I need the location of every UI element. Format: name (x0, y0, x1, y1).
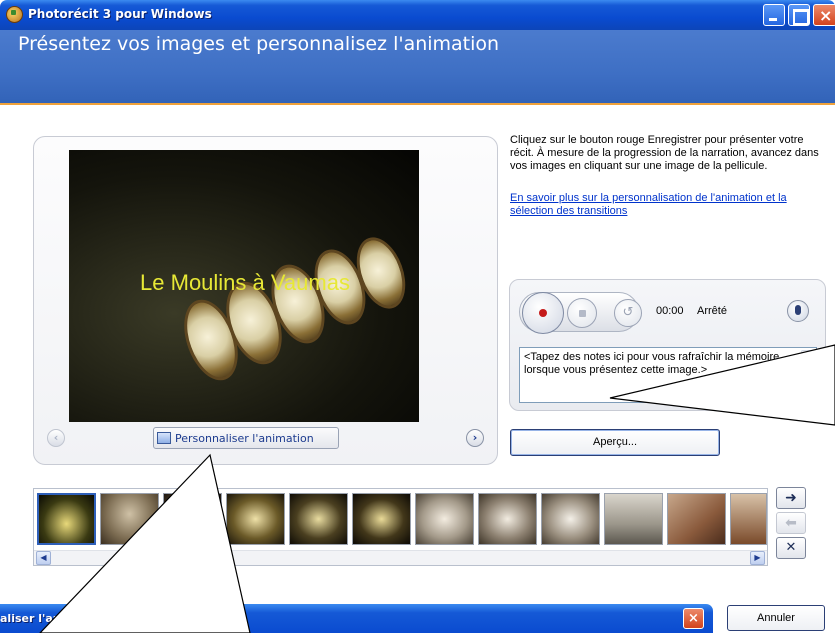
undo-icon: ↺ (622, 305, 634, 320)
preview-button[interactable]: Aperçu... (510, 429, 720, 456)
close-icon: × (819, 6, 833, 25)
filmstrip-thumbnail[interactable] (415, 493, 474, 545)
maximize-button[interactable] (788, 4, 810, 26)
notes-text: <Tapez des notes ici pour vous rafraîchi… (524, 351, 780, 376)
undo-recording-button[interactable]: ↺ (614, 299, 642, 327)
customize-animation-label: Personnaliser l'animation (175, 432, 314, 445)
animation-icon (157, 432, 171, 444)
filmstrip-row (34, 489, 767, 549)
recording-time: 00:00 (656, 305, 684, 317)
filmstrip: ◀ ▶ (33, 488, 768, 566)
scroll-right-button[interactable]: ▶ (750, 551, 765, 565)
filmstrip-thumbnail[interactable] (352, 493, 411, 545)
filmstrip-thumbnail[interactable] (730, 493, 767, 545)
filmstrip-thumbnail[interactable] (667, 493, 726, 545)
close-icon: × (688, 611, 699, 626)
arrow-left-icon: ◀ (40, 553, 47, 562)
arrow-right-icon: ▶ (754, 553, 761, 562)
filmstrip-scrollbar[interactable]: ◀ ▶ (34, 550, 767, 565)
customize-animation-window[interactable]: aliser l'animation × (0, 604, 713, 633)
notes-textarea[interactable]: <Tapez des notes ici pour vous rafraîchi… (519, 347, 817, 403)
filmstrip-thumbnail[interactable] (289, 493, 348, 545)
delete-image-button[interactable]: ✕ (776, 537, 806, 559)
content-area: Le Moulins à Vaumas ‹ Personnaliser l'an… (0, 107, 835, 633)
filmstrip-thumbnail[interactable] (226, 493, 285, 545)
filmstrip-thumbnail[interactable] (541, 493, 600, 545)
filmstrip-thumbnail[interactable] (37, 493, 96, 545)
main-window: Photorécit 3 pour Windows × Présentez vo… (0, 0, 835, 633)
instructions-text: Cliquez sur le bouton rouge Enregistrer … (510, 134, 819, 172)
minimize-button[interactable] (763, 4, 785, 26)
header-band: Présentez vos images et personnalisez l'… (0, 30, 835, 105)
filmstrip-thumbnail[interactable] (478, 493, 537, 545)
image-caption: Le Moulins à Vaumas (140, 270, 350, 295)
notes-scrollbar[interactable] (800, 349, 816, 401)
close-button[interactable]: × (813, 4, 835, 26)
title-bar[interactable]: Photorécit 3 pour Windows × (0, 0, 835, 30)
recorder-panel: ↺ 00:00 Arrêté <Tapez des notes ici pour… (509, 279, 826, 411)
stop-button[interactable] (567, 298, 597, 328)
previous-image-button[interactable]: ‹ (47, 429, 65, 447)
microphone-button[interactable] (787, 300, 809, 322)
preview-panel: Le Moulins à Vaumas ‹ Personnaliser l'an… (33, 136, 498, 465)
customize-animation-button[interactable]: Personnaliser l'animation (153, 427, 339, 449)
sub-window-title: aliser l'animation (0, 612, 108, 625)
arrow-left-icon: ⬅ (785, 515, 797, 531)
filmstrip-thumbnail[interactable] (604, 493, 663, 545)
preview-image: Le Moulins à Vaumas (69, 150, 419, 422)
delete-icon: ✕ (785, 540, 797, 555)
move-image-right-button[interactable]: ➜ (776, 487, 806, 509)
next-image-button[interactable]: › (466, 429, 484, 447)
filmstrip-thumbnail[interactable] (100, 493, 159, 545)
cancel-button[interactable]: Annuler (727, 605, 825, 631)
page-title: Présentez vos images et personnalisez l'… (18, 33, 500, 55)
move-image-left-button[interactable]: ⬅ (776, 512, 806, 534)
chevron-left-icon: ‹ (53, 431, 59, 444)
chevron-right-icon: › (472, 431, 478, 444)
sub-window-close-button[interactable]: × (683, 608, 704, 629)
recording-status: Arrêté (697, 305, 727, 317)
arrow-right-icon: ➜ (785, 490, 797, 506)
scroll-left-button[interactable]: ◀ (36, 551, 51, 565)
window-title: Photorécit 3 pour Windows (28, 7, 212, 21)
record-button[interactable] (522, 292, 564, 334)
help-link[interactable]: En savoir plus sur la personnalisation d… (510, 192, 825, 218)
filmstrip-thumbnail[interactable] (163, 493, 222, 545)
app-icon (6, 6, 23, 23)
